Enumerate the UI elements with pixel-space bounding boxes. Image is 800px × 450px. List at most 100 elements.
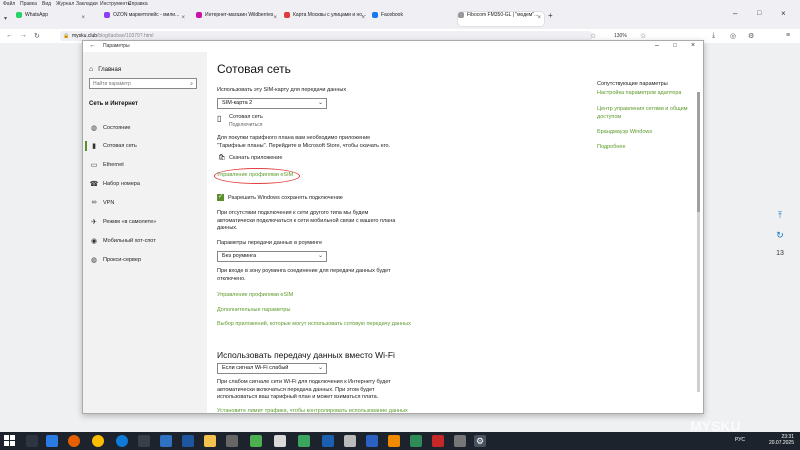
globe-icon: ◍ — [90, 125, 98, 132]
wifi-select[interactable]: Если сигнал Wi-Fi слабый ⌄ — [217, 363, 327, 374]
cellular-connection-name[interactable]: Сотовая сеть — [229, 114, 263, 120]
download-app-link[interactable]: Скачать приложение — [229, 155, 282, 161]
close-icon[interactable]: × — [537, 15, 541, 21]
app-icon[interactable] — [250, 435, 262, 447]
window-titlebar[interactable]: ← Параметры – □ × — [83, 41, 703, 52]
edge-icon[interactable] — [116, 435, 128, 447]
comment-count[interactable]: 13 — [770, 250, 790, 257]
language-indicator[interactable]: РУС — [735, 437, 745, 443]
esim-profiles-link[interactable]: Управление профилями eSIM — [217, 172, 293, 178]
maximize-icon[interactable]: □ — [757, 10, 761, 17]
app-icon[interactable] — [138, 435, 150, 447]
sim-card-icon: ▯ — [217, 114, 222, 123]
esim-profiles-link-2[interactable]: Управление профилями eSIM — [217, 292, 293, 298]
sidebar-item-vpn[interactable]: ∞ VPN — [83, 196, 207, 210]
scroll-top-icon[interactable]: ⤒ — [770, 210, 790, 221]
windows-start-icon[interactable] — [4, 435, 16, 447]
close-icon[interactable]: × — [181, 15, 185, 21]
wifi-text: При слабом сигнале сети Wi-Fi для подклю… — [217, 379, 391, 400]
sidebar-item-proxy[interactable]: ◍ Прокси-сервер — [83, 253, 207, 267]
explorer-icon[interactable] — [204, 435, 216, 447]
sidebar-item-cellular[interactable]: ▮ Сотовая сеть — [83, 139, 207, 153]
tab-wildberries[interactable]: Интернет-магазин Wildberries × — [196, 12, 280, 26]
menu-help[interactable]: Справка — [128, 1, 148, 7]
menu-tools[interactable]: Инструменты — [100, 1, 131, 7]
tab-whatsapp[interactable]: WhatsApp × — [16, 12, 88, 26]
app-icon[interactable] — [454, 435, 466, 447]
adapter-settings-link[interactable]: Настройка параметров адаптера — [597, 90, 697, 98]
store-bag-icon: 🛍 — [218, 155, 226, 161]
close-window-icon[interactable]: × — [781, 9, 786, 18]
app-icon[interactable] — [182, 435, 194, 447]
back-icon[interactable]: ← — [6, 32, 13, 39]
minimize-icon[interactable]: – — [733, 9, 737, 18]
tab-fibocom[interactable]: Fibocom FM350-GL | "модем"... × — [458, 12, 544, 26]
arrow-left-icon[interactable]: ← — [89, 42, 96, 49]
hamburger-menu-icon[interactable]: ≡ — [786, 32, 790, 39]
network-center-link[interactable]: Центр управления сетями и общим доступом — [597, 106, 697, 121]
menu-view[interactable]: Вид — [42, 1, 51, 7]
advanced-options-link[interactable]: Дополнительные параметры — [217, 307, 290, 313]
app-icon[interactable] — [322, 435, 334, 447]
gear-icon[interactable]: ⚙ — [474, 435, 486, 447]
sidebar-item-ethernet[interactable]: ▭ Ethernet — [83, 158, 207, 172]
sim-select[interactable]: SIM-карта 2 ⌄ — [217, 98, 327, 109]
ethernet-icon: ▭ — [90, 162, 98, 169]
zoom-level[interactable]: 130% — [614, 33, 627, 39]
data-limit-link[interactable]: Установите лимит трафика, чтобы контроли… — [217, 408, 408, 414]
app-icon[interactable] — [298, 435, 310, 447]
forward-icon[interactable]: → — [20, 32, 27, 39]
downloads-icon[interactable]: ⤓ — [712, 32, 715, 40]
app-icon[interactable] — [274, 435, 286, 447]
menu-bookmarks[interactable]: Закладки — [76, 1, 98, 7]
sidebar-item-status[interactable]: ◍ Состояние — [83, 121, 207, 135]
maximize-icon[interactable]: □ — [667, 43, 683, 49]
bookmarks-icon[interactable]: ☆ — [590, 32, 596, 40]
roaming-select[interactable]: Без роуминга ⌄ — [217, 251, 327, 262]
app-required-text: Для покупки тарифного плана вам необходи… — [217, 135, 391, 149]
app-icon[interactable] — [432, 435, 444, 447]
chrome-icon[interactable] — [92, 435, 104, 447]
app-icon[interactable] — [226, 435, 238, 447]
settings-search-input[interactable]: Найти параметр ⌕ — [89, 78, 197, 89]
minimize-icon[interactable]: – — [649, 42, 665, 49]
tab-facebook[interactable]: Facebook — [372, 12, 456, 26]
nav-home[interactable]: ⌂ Главная — [89, 66, 121, 73]
refresh-icon[interactable]: ↻ — [770, 230, 790, 241]
vlc-icon[interactable] — [388, 435, 400, 447]
star-icon[interactable]: ☆ — [640, 32, 646, 40]
firewall-link[interactable]: Брандмауэр Windows — [597, 129, 697, 137]
app-icon[interactable] — [410, 435, 422, 447]
allow-windows-checkbox[interactable]: ✓ — [217, 194, 224, 201]
menu-edit[interactable]: Правка — [20, 1, 37, 7]
close-icon[interactable]: × — [361, 15, 365, 21]
scrollbar-thumb[interactable] — [697, 92, 700, 212]
tab-list-icon[interactable]: ▾ — [4, 15, 7, 22]
reload-icon[interactable]: ↻ — [34, 32, 40, 40]
virtualbox-icon[interactable] — [366, 435, 378, 447]
menu-history[interactable]: Журнал — [56, 1, 74, 7]
sidebar-item-dialup[interactable]: ☎ Набор номера — [83, 177, 207, 191]
globe-icon: ◍ — [90, 257, 98, 264]
settings-window: ← Параметры – □ × ⌂ Главная Найти парамет… — [82, 40, 704, 414]
close-icon[interactable]: × — [81, 15, 85, 21]
extensions-icon[interactable]: ⚙ — [748, 32, 754, 40]
sidebar-item-airplane[interactable]: ✈ Режим «в самолете» — [83, 215, 207, 229]
apps-cellular-link[interactable]: Выбор приложений, которые могут использо… — [217, 321, 411, 327]
menu-file[interactable]: Файл — [3, 1, 15, 7]
firefox-icon[interactable] — [68, 435, 80, 447]
task-view-icon[interactable] — [26, 435, 38, 447]
more-info-link[interactable]: Подробнее — [597, 144, 697, 152]
sidebar-item-hotspot[interactable]: ◉ Мобильный хот-спот — [83, 234, 207, 248]
app-icon[interactable] — [160, 435, 172, 447]
app-icon[interactable] — [344, 435, 356, 447]
account-icon[interactable]: ◎ — [730, 32, 736, 40]
tab-map[interactable]: Карта Москвы с улицами и но... × — [284, 12, 368, 26]
close-icon[interactable]: × — [685, 42, 701, 49]
tab-ozon[interactable]: OZON маркетплейс - мили... × — [104, 12, 188, 26]
close-icon[interactable]: × — [273, 15, 277, 21]
browser-menubar: Файл Правка Вид Журнал Закладки Инструме… — [0, 0, 800, 9]
taskbar-clock[interactable]: 23:31 20.07.2025 — [754, 434, 794, 446]
app-icon[interactable] — [46, 435, 58, 447]
new-tab-button[interactable]: + — [548, 11, 553, 20]
